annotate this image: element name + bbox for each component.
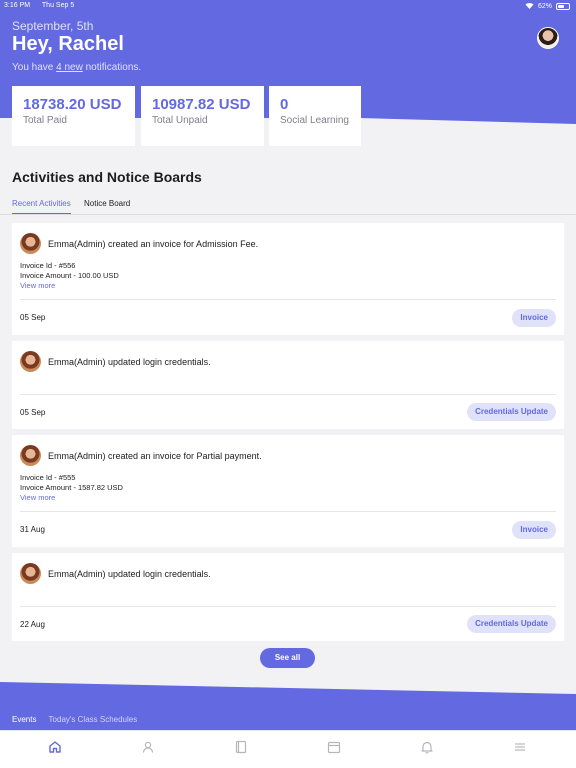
activity-message: Emma(Admin) created an invoice for Admis… xyxy=(48,238,259,249)
card-divider xyxy=(20,606,556,607)
activity-details: Invoice Id - #555 Invoice Amount - 1587.… xyxy=(20,473,123,503)
admin-avatar xyxy=(20,351,41,372)
notif-prefix: You have xyxy=(12,62,54,73)
invoice-id: Invoice Id - #556 xyxy=(20,261,76,270)
admin-avatar xyxy=(20,233,41,254)
notifications-link[interactable]: 4 new xyxy=(56,62,83,73)
greeting-title: Hey, Rachel xyxy=(12,33,124,55)
card-divider xyxy=(20,394,556,395)
admin-avatar xyxy=(20,563,41,584)
stat-label: Social Learning xyxy=(280,115,349,126)
status-bar: 3:16 PM Thu Sep 5 62% xyxy=(0,0,576,12)
status-time: 3:16 PM xyxy=(4,2,31,9)
activity-header: Emma(Admin) updated login credentials. xyxy=(20,563,211,584)
section-title: Activities and Notice Boards xyxy=(12,169,202,185)
activity-card[interactable]: Emma(Admin) created an invoice for Parti… xyxy=(12,435,564,547)
home-icon[interactable] xyxy=(48,740,62,754)
stat-value: 10987.82 USD xyxy=(152,96,251,113)
status-date: Thu Sep 5 xyxy=(41,2,75,9)
calendar-icon[interactable] xyxy=(327,740,341,754)
profile-avatar[interactable] xyxy=(537,27,559,49)
stat-card-total-paid[interactable]: 18738.20 USD Total Paid xyxy=(12,86,135,146)
stat-value: 0 xyxy=(280,96,289,113)
activity-date: 31 Aug xyxy=(20,525,45,534)
activity-header: Emma(Admin) updated login credentials. xyxy=(20,351,211,372)
see-all-button[interactable]: See all xyxy=(260,648,315,668)
battery-percent: 62% xyxy=(537,3,552,10)
tab-recent-activities[interactable]: Recent Activities xyxy=(12,199,71,214)
stat-label: Total Unpaid xyxy=(152,115,208,126)
credentials-update-badge[interactable]: Credentials Update xyxy=(467,403,556,421)
stat-card-total-unpaid[interactable]: 10987.82 USD Total Unpaid xyxy=(141,86,264,146)
dashboard-screen: 3:16 PM Thu Sep 5 62% September, 5th Hey… xyxy=(0,0,576,768)
activity-tabs: Recent Activities Notice Board xyxy=(0,197,576,215)
user-icon[interactable] xyxy=(141,740,155,754)
tab-todays-class-schedules[interactable]: Today's Class Schedules xyxy=(49,715,138,724)
menu-icon[interactable] xyxy=(513,740,527,754)
card-divider xyxy=(20,299,556,300)
header-date: September, 5th xyxy=(12,19,94,33)
battery-icon xyxy=(556,3,570,10)
book-icon[interactable] xyxy=(234,740,248,754)
activity-header: Emma(Admin) created an invoice for Parti… xyxy=(20,445,262,466)
stat-card-social-learning[interactable]: 0 Social Learning xyxy=(269,86,361,146)
activity-card[interactable]: Emma(Admin) updated login credentials. 2… xyxy=(12,553,564,641)
invoice-badge[interactable]: Invoice xyxy=(512,521,556,539)
bell-icon[interactable] xyxy=(420,740,434,754)
card-divider xyxy=(20,511,556,512)
activity-card[interactable]: Emma(Admin) updated login credentials. 0… xyxy=(12,341,564,429)
tab-notice-board[interactable]: Notice Board xyxy=(84,199,130,213)
wifi-icon xyxy=(525,2,534,11)
bottom-navigation xyxy=(0,730,576,768)
activity-message: Emma(Admin) updated login credentials. xyxy=(48,356,211,367)
invoice-amount: Invoice Amount - 100.00 USD xyxy=(20,271,119,280)
activity-header: Emma(Admin) created an invoice for Admis… xyxy=(20,233,258,254)
battery-level xyxy=(558,5,564,8)
activity-card[interactable]: Emma(Admin) created an invoice for Admis… xyxy=(12,223,564,335)
view-more-link[interactable]: View more xyxy=(20,281,119,291)
activity-date: 05 Sep xyxy=(20,313,46,322)
stat-value: 18738.20 USD xyxy=(23,96,122,113)
admin-avatar xyxy=(20,445,41,466)
invoice-badge[interactable]: Invoice xyxy=(512,309,556,327)
tab-events[interactable]: Events xyxy=(12,715,36,724)
invoice-amount: Invoice Amount - 1587.82 USD xyxy=(20,483,123,492)
activity-message: Emma(Admin) created an invoice for Parti… xyxy=(48,450,262,461)
credentials-update-badge[interactable]: Credentials Update xyxy=(467,615,556,633)
notification-summary: You have 4 new notifications. xyxy=(12,62,141,73)
view-more-link[interactable]: View more xyxy=(20,493,123,503)
activity-date: 22 Aug xyxy=(20,620,45,629)
events-tabs: Events Today's Class Schedules xyxy=(12,715,147,724)
stat-label: Total Paid xyxy=(23,115,67,126)
notif-suffix: notifications. xyxy=(85,62,142,73)
invoice-id: Invoice Id - #555 xyxy=(20,473,76,482)
activity-message: Emma(Admin) updated login credentials. xyxy=(48,568,211,579)
activity-date: 05 Sep xyxy=(20,408,46,417)
activity-details: Invoice Id - #556 Invoice Amount - 100.0… xyxy=(20,261,119,291)
